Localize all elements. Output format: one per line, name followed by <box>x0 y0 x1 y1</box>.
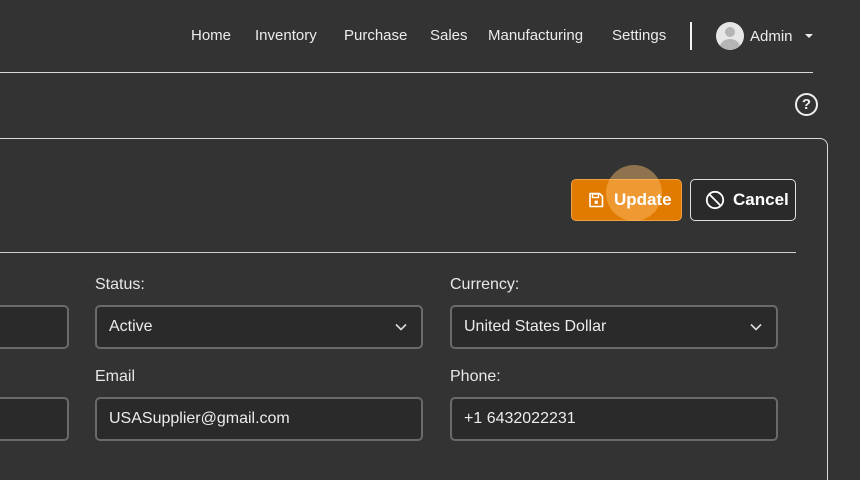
section-divider <box>0 252 796 253</box>
cancel-button[interactable]: Cancel <box>690 179 796 221</box>
prohibit-icon <box>705 190 725 210</box>
nav-item-home[interactable]: Home <box>191 27 231 44</box>
help-icon[interactable]: ? <box>795 93 818 116</box>
update-button-label: Update <box>614 190 672 209</box>
email-value: USASupplier@gmail.com <box>109 410 290 427</box>
nav-item-inventory[interactable]: Inventory <box>255 27 317 44</box>
currency-select[interactable]: United States Dollar <box>450 305 778 349</box>
left-field-row2[interactable] <box>0 397 69 441</box>
nav-item-purchase[interactable]: Purchase <box>344 27 407 44</box>
user-name: Admin <box>750 27 793 45</box>
currency-label: Currency: <box>450 276 520 293</box>
nav-item-manufacturing[interactable]: Manufacturing <box>488 27 583 44</box>
left-field-row1[interactable] <box>0 305 69 349</box>
email-label: Email <box>95 368 136 385</box>
avatar <box>716 22 744 50</box>
email-field[interactable]: USASupplier@gmail.com <box>95 397 423 441</box>
phone-field[interactable]: +1 6432022231 <box>450 397 778 441</box>
status-select[interactable]: Active <box>95 305 423 349</box>
chevron-down-icon <box>750 323 762 331</box>
update-button[interactable]: Update <box>571 165 682 221</box>
caret-down-icon <box>804 34 813 38</box>
nav-divider <box>690 22 692 50</box>
cancel-button-label: Cancel <box>733 190 789 209</box>
top-navigation: Home Inventory Purchase Sales Manufactur… <box>0 0 860 72</box>
nav-item-settings[interactable]: Settings <box>612 27 666 44</box>
currency-value: United States Dollar <box>464 318 607 335</box>
page: Home Inventory Purchase Sales Manufactur… <box>0 0 860 480</box>
nav-item-sales[interactable]: Sales <box>430 27 468 44</box>
chevron-down-icon <box>395 323 407 331</box>
save-icon <box>589 192 604 208</box>
user-menu[interactable]: Admin <box>716 21 813 51</box>
status-label: Status: <box>95 276 145 293</box>
nav-underline <box>0 72 813 73</box>
phone-label: Phone: <box>450 368 501 385</box>
phone-value: +1 6432022231 <box>464 410 576 427</box>
status-value: Active <box>109 318 153 335</box>
